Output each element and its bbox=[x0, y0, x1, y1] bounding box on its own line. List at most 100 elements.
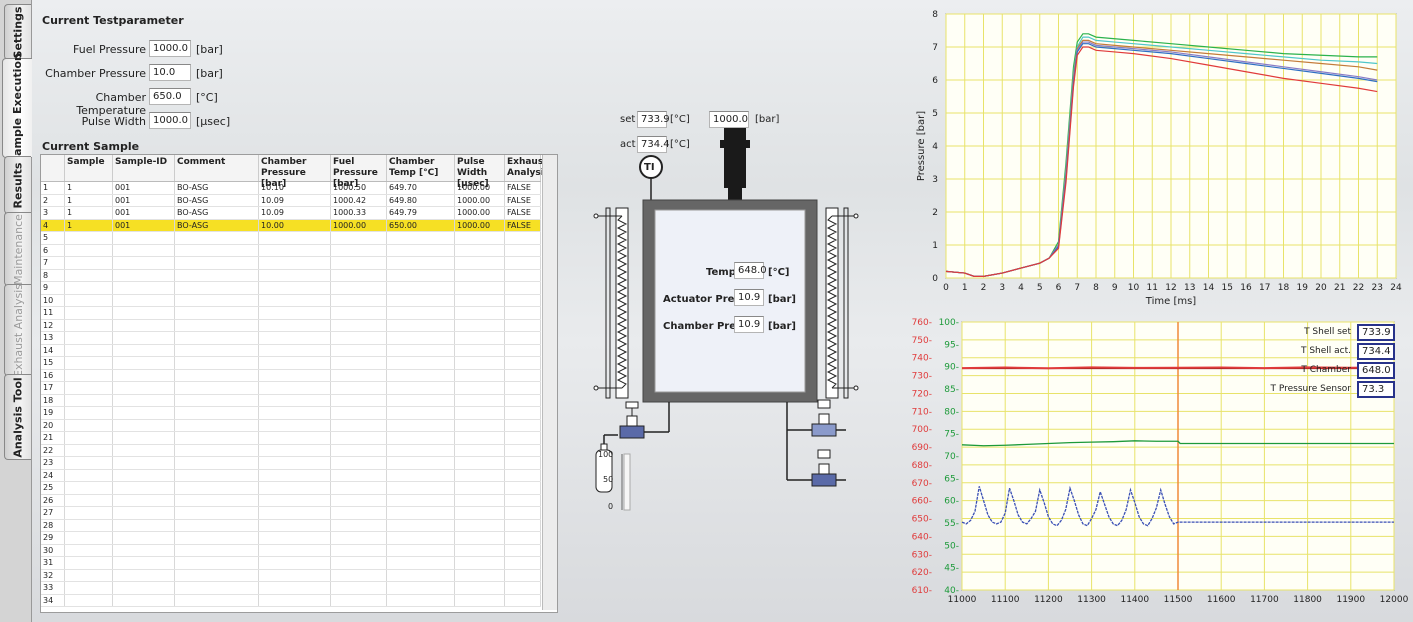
row-number: 4 bbox=[41, 219, 65, 231]
table-row[interactable]: 25 bbox=[41, 482, 541, 495]
table-cell bbox=[331, 282, 387, 294]
table-row[interactable]: 24 bbox=[41, 469, 541, 482]
column-header[interactable]: Pulse Width [µsec] bbox=[455, 155, 505, 189]
table-cell bbox=[387, 507, 455, 519]
table-row[interactable]: 2 1 001 BO-ASG 10.09 1000.42 649.80 1000.00 FALS… bbox=[41, 194, 541, 207]
table-row[interactable]: 14 bbox=[41, 344, 541, 357]
column-header[interactable]: Sample bbox=[65, 155, 113, 181]
table-row[interactable]: 13 bbox=[41, 332, 541, 345]
exhaust-valve-top-icon[interactable] bbox=[811, 399, 846, 437]
vertical-tab-bar: Settings Sample Execution Results Mainte… bbox=[0, 0, 32, 622]
table-row[interactable]: 30 bbox=[41, 544, 541, 557]
column-header[interactable]: Exhaust Analysis bbox=[505, 155, 549, 181]
table-cell bbox=[65, 244, 113, 256]
table-row[interactable]: 8 bbox=[41, 269, 541, 282]
table-cell bbox=[65, 344, 113, 356]
tab-sample-execution[interactable]: Sample Execution bbox=[2, 53, 32, 163]
chamber-pressure-field[interactable]: 10.0 bbox=[149, 64, 191, 81]
table-cell bbox=[505, 269, 541, 281]
table-row[interactable]: 4 1 001 BO-ASG 10.00 1000.00 650.00 1000.00 FALS… bbox=[41, 219, 541, 232]
table-cell bbox=[113, 232, 175, 244]
table-cell bbox=[505, 244, 541, 256]
tab-settings[interactable]: Settings bbox=[4, 4, 31, 60]
table-row[interactable]: 32 bbox=[41, 569, 541, 582]
table-cell bbox=[455, 532, 505, 544]
table-row[interactable]: 18 bbox=[41, 394, 541, 407]
y-left-tick-label: 750- bbox=[912, 336, 932, 346]
table-row[interactable]: 1 1 001 BO-ASG 10.10 1000.50 649.70 1000.00 FALS… bbox=[41, 182, 541, 195]
table-cell bbox=[175, 382, 259, 394]
table-cell bbox=[175, 569, 259, 581]
row-number: 33 bbox=[41, 582, 65, 594]
chamber-temperature-field[interactable]: 650.0 bbox=[149, 88, 191, 105]
x-tick-label: 11700 bbox=[1250, 595, 1279, 605]
row-number: 14 bbox=[41, 344, 65, 356]
table-cell bbox=[65, 294, 113, 306]
pulse-width-field[interactable]: 1000.0 bbox=[149, 112, 191, 129]
table-row[interactable]: 7 bbox=[41, 257, 541, 270]
table-row[interactable]: 12 bbox=[41, 319, 541, 332]
table-cell bbox=[455, 469, 505, 481]
tab-results[interactable]: Results bbox=[4, 156, 31, 214]
pressure-chart[interactable]: 0 1 2 3 4 5 6 7 8 9 10 11 12 13 14 15 16 17 18 19 20 21 22 23 24… bbox=[910, 10, 1408, 315]
table-row[interactable]: 33 bbox=[41, 582, 541, 595]
ti-label: TI bbox=[644, 162, 655, 173]
table-cell: 650.00 bbox=[387, 219, 455, 231]
table-row[interactable]: 34 bbox=[41, 594, 541, 607]
table-row[interactable]: 10 bbox=[41, 294, 541, 307]
tab-exhaust-analysis[interactable]: Exhaust Analysis bbox=[4, 283, 31, 377]
table-row[interactable]: 5 bbox=[41, 232, 541, 245]
table-row[interactable]: 28 bbox=[41, 519, 541, 532]
table-row[interactable]: 21 bbox=[41, 432, 541, 445]
table-cell bbox=[175, 457, 259, 469]
table-row[interactable]: 6 bbox=[41, 244, 541, 257]
table-cell bbox=[113, 594, 175, 606]
table-cell bbox=[113, 557, 175, 569]
row-number: 8 bbox=[41, 269, 65, 281]
table-cell bbox=[65, 282, 113, 294]
table-row[interactable]: 17 bbox=[41, 382, 541, 395]
fuel-pressure-field[interactable]: 1000.0 bbox=[149, 40, 191, 57]
table-row[interactable]: 20 bbox=[41, 419, 541, 432]
tab-maintenance[interactable]: Maintenance bbox=[4, 212, 31, 286]
exhaust-valve-bottom-icon[interactable] bbox=[811, 449, 846, 487]
table-row[interactable]: 29 bbox=[41, 532, 541, 545]
y-right-tick-label: 95- bbox=[944, 340, 959, 350]
tab-analysis-tool[interactable]: Analysis Tool bbox=[4, 374, 31, 460]
table-row[interactable]: 26 bbox=[41, 494, 541, 507]
inlet-valve-icon[interactable] bbox=[619, 401, 645, 439]
y-axis-label: Pressure [bar] bbox=[916, 111, 927, 181]
column-header[interactable]: Chamber Temp [°C] bbox=[387, 155, 455, 181]
table-row[interactable]: 31 bbox=[41, 557, 541, 570]
column-header[interactable]: Fuel Pressure [bar] bbox=[331, 155, 387, 189]
table-row[interactable]: 9 bbox=[41, 282, 541, 295]
table-row[interactable]: 3 1 001 BO-ASG 10.09 1000.33 649.79 1000.00 FALS… bbox=[41, 207, 541, 220]
table-cell bbox=[65, 557, 113, 569]
table-row[interactable]: 11 bbox=[41, 307, 541, 320]
table-cell bbox=[113, 582, 175, 594]
column-header[interactable]: Comment bbox=[175, 155, 259, 181]
table-cell bbox=[505, 544, 541, 556]
table-row[interactable]: 19 bbox=[41, 407, 541, 420]
table-cell bbox=[259, 544, 331, 556]
table-row[interactable]: 16 bbox=[41, 369, 541, 382]
column-header[interactable]: Chamber Pressure [bar] bbox=[259, 155, 331, 189]
table-cell: FALSE bbox=[505, 182, 541, 194]
row-number: 29 bbox=[41, 532, 65, 544]
y-left-tick-label: 650- bbox=[912, 515, 932, 525]
table-row[interactable]: 22 bbox=[41, 444, 541, 457]
table-cell bbox=[175, 532, 259, 544]
table-row[interactable]: 15 bbox=[41, 357, 541, 370]
legend-value: 734.4 bbox=[1357, 343, 1395, 360]
table-cell bbox=[175, 319, 259, 331]
table-row[interactable]: 23 bbox=[41, 457, 541, 470]
table-row[interactable]: 27 bbox=[41, 507, 541, 520]
table-cell: FALSE bbox=[505, 194, 541, 206]
column-header[interactable]: Sample-ID bbox=[113, 155, 175, 181]
table-scrollbar[interactable] bbox=[542, 155, 557, 610]
sample-table[interactable]: Sample Sample-ID Comment Chamber Pressur… bbox=[40, 154, 558, 613]
gauge-tick-50: 50 bbox=[603, 475, 614, 484]
table-cell bbox=[331, 394, 387, 406]
table-cell bbox=[175, 394, 259, 406]
table-cell bbox=[387, 319, 455, 331]
